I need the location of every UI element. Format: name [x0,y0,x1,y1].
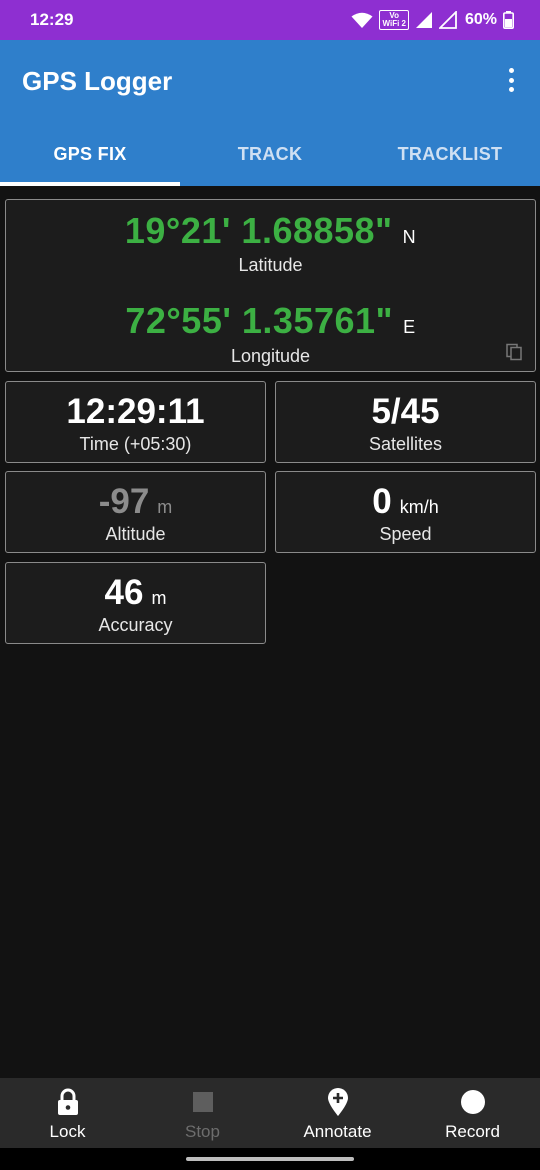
signal-icon-2 [438,11,457,29]
bottom-action-bar: Lock Stop Annotate Record [0,1078,540,1148]
altitude-value-row: -97 m [6,482,265,522]
stop-label: Stop [185,1122,220,1141]
time-card: 12:29:11 Time (+05:30) [5,381,266,463]
record-button[interactable]: Record [405,1078,540,1148]
record-label: Record [445,1122,500,1141]
latitude-label: Latitude [238,255,303,275]
vowifi-icon: Vo WiFi 2 [379,10,409,30]
latitude-value: 19°21' 1.68858" [124,210,393,251]
speed-label: Speed [379,524,432,544]
accuracy-value: 46 [104,573,144,612]
altitude-label: Altitude [105,524,166,544]
latitude-value-row: 19°21' 1.68858" N [6,210,535,252]
record-icon [459,1088,487,1116]
speed-value: 0 [372,482,392,521]
longitude-label: Longitude [230,346,311,366]
lock-icon [54,1088,82,1116]
vowifi-line2: WiFi 2 [382,19,406,28]
annotate-button[interactable]: Annotate [270,1078,405,1148]
time-label: Time (+05:30) [79,434,192,454]
more-options-icon[interactable] [502,66,520,94]
tab-tracklist[interactable]: TRACKLIST [360,122,540,186]
battery-icon [503,11,514,29]
longitude-value: 72°55' 1.35761" [125,300,394,341]
stop-button[interactable]: Stop [135,1078,270,1148]
satellites-value: 5/45 [371,392,440,431]
coordinates-card: 19°21' 1.68858" N Latitude 72°55' 1.35761… [5,199,536,372]
status-bar: 12:29 Vo WiFi 2 60% [0,0,540,40]
annotate-label: Annotate [303,1122,372,1141]
longitude-hemisphere: E [403,317,416,337]
signal-icon [415,11,433,29]
wifi-icon [351,12,373,29]
tab-gps-fix[interactable]: GPS FIX [0,122,180,186]
status-icons: Vo WiFi 2 60% [351,10,514,30]
accuracy-label: Accuracy [98,615,173,635]
altitude-unit: m [157,497,173,517]
satellites-card: 5/45 Satellites [275,381,536,463]
home-indicator[interactable] [186,1157,354,1161]
longitude-value-row: 72°55' 1.35761" E [6,300,535,342]
latitude-hemisphere: N [402,227,417,247]
speed-unit: km/h [399,497,439,517]
speed-card: 0 km/h Speed [275,471,536,553]
status-time: 12:29 [30,10,74,29]
app-bar: GPS Logger GPS FIX TRACK TRACKLIST [0,40,540,186]
time-value: 12:29:11 [66,392,205,431]
copy-icon[interactable] [505,343,523,361]
tab-bar: GPS FIX TRACK TRACKLIST [0,122,540,186]
accuracy-card: 46 m Accuracy [5,562,266,644]
accuracy-value-row: 46 m [6,573,265,613]
lock-button[interactable]: Lock [0,1078,135,1148]
app-title: GPS Logger [22,66,173,96]
satellites-label: Satellites [368,434,443,454]
accuracy-unit: m [151,588,167,608]
lock-label: Lock [49,1122,86,1141]
altitude-value: -97 [98,482,150,521]
altitude-card: -97 m Altitude [5,471,266,553]
speed-value-row: 0 km/h [276,482,535,522]
tab-track[interactable]: TRACK [180,122,360,186]
add-location-icon [324,1088,352,1116]
system-nav-area [0,1148,540,1170]
battery-percent: 60% [464,11,497,28]
stop-icon [189,1088,217,1116]
